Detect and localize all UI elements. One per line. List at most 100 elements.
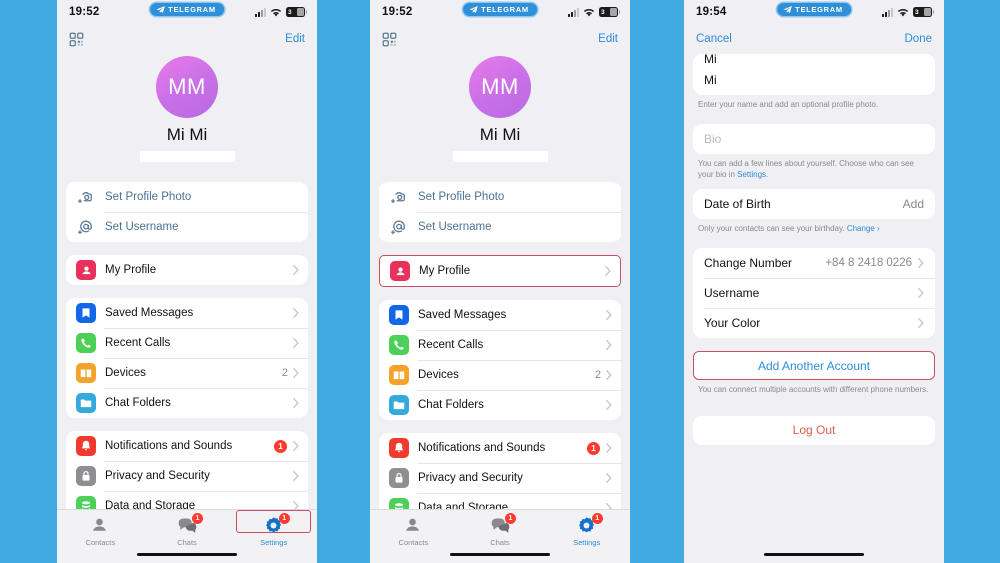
chevron-right-icon (293, 398, 299, 408)
cancel-button[interactable]: Cancel (696, 33, 732, 45)
at-plus-icon (389, 217, 409, 237)
qr-code-icon[interactable] (382, 32, 397, 47)
add-another-account-button[interactable]: Add Another Account (693, 351, 935, 381)
setup-group-2: Set Profile Photo Set Username (379, 182, 621, 242)
telegram-watermark-badge: TELEGRAM (463, 3, 537, 16)
row-label: Set Username (418, 221, 492, 233)
battery-level-text: 3 (601, 8, 605, 16)
tab-label: Contacts (398, 538, 429, 547)
main-group-2: Saved Messages Recent Calls Devices 2 Ch… (379, 300, 621, 420)
last-name-field[interactable]: Mi (693, 65, 935, 95)
row-notifications-and-sounds[interactable]: Notifications and Sounds 1 (379, 433, 621, 463)
nav-bar-3: Cancel Done (684, 24, 944, 54)
row-set-profile-photo[interactable]: Set Profile Photo (379, 182, 621, 212)
row-saved-messages[interactable]: Saved Messages (66, 298, 308, 328)
tab-chats[interactable]: 1 Chats (144, 513, 231, 547)
edit-button[interactable]: Edit (285, 33, 305, 45)
row-devices[interactable]: Devices 2 (66, 358, 308, 388)
row-my-profile[interactable]: My Profile (380, 256, 620, 286)
row-username[interactable]: Username (693, 278, 935, 308)
row-label: Saved Messages (105, 307, 194, 319)
chevron-right-icon (293, 338, 299, 348)
at-plus-icon (76, 217, 96, 237)
bell-icon (389, 438, 409, 458)
add-another-account-label: Add Another Account (757, 358, 871, 373)
name-field-group: Mi Mi (693, 54, 935, 95)
battery-icon: 3 (599, 7, 620, 17)
row-my-profile[interactable]: My Profile (66, 255, 308, 285)
tab-badge: 1 (505, 513, 516, 524)
row-your-color[interactable]: Your Color (693, 308, 935, 338)
chevron-right-icon (293, 368, 299, 378)
tab-chats[interactable]: 1 Chats (457, 513, 544, 547)
bio-hint: You can add a few lines about yourself. … (684, 154, 944, 181)
bio-field[interactable]: Bio (693, 124, 935, 154)
chevron-right-icon (605, 266, 611, 276)
row-saved-messages[interactable]: Saved Messages (379, 300, 621, 330)
nav-bar-2: Edit (370, 24, 630, 54)
folder-icon (389, 395, 409, 415)
chevron-right-icon (606, 400, 612, 410)
row-label: Notifications and Sounds (105, 440, 233, 452)
dob-hint-text: Only your contacts can see your birthday… (698, 224, 847, 234)
done-button[interactable]: Done (905, 33, 933, 45)
chats-icon: 1 (176, 513, 203, 536)
row-recent-calls[interactable]: Recent Calls (379, 330, 621, 360)
status-indicators: 3 (255, 7, 307, 17)
bio-settings-link[interactable]: Settings (737, 170, 766, 179)
avatar[interactable]: MM (156, 56, 218, 118)
camera-plus-icon (389, 187, 409, 207)
tab-contacts[interactable]: Contacts (370, 515, 457, 547)
row-privacy-and-security[interactable]: Privacy and Security (379, 463, 621, 493)
qr-code-icon[interactable] (69, 32, 84, 47)
tab-contacts[interactable]: Contacts (57, 515, 144, 547)
edit-button[interactable]: Edit (598, 33, 618, 45)
first-name-value: Mi (704, 54, 717, 65)
date-of-birth-row[interactable]: Date of Birth Add (693, 189, 935, 219)
dob-change-link[interactable]: Change › (847, 224, 880, 233)
gear-icon: 1 (263, 513, 290, 536)
telegram-watermark-text: TELEGRAM (795, 5, 843, 14)
gear-icon: 1 (576, 513, 603, 536)
row-label: My Profile (419, 265, 471, 277)
row-chat-folders[interactable]: Chat Folders (379, 390, 621, 420)
row-devices[interactable]: Devices 2 (379, 360, 621, 390)
status-indicators: 3 (882, 7, 934, 17)
telegram-watermark-badge: TELEGRAM (150, 3, 224, 16)
first-name-field-clipped[interactable]: Mi (693, 54, 935, 65)
chats-icon: 1 (489, 513, 516, 536)
add-account-hint: You can connect multiple accounts with d… (698, 385, 929, 395)
log-out-button[interactable]: Log Out (693, 415, 935, 445)
phone-icon (76, 333, 96, 353)
row-privacy-and-security[interactable]: Privacy and Security (66, 461, 308, 491)
row-label: Set Profile Photo (105, 191, 192, 203)
tab-settings[interactable]: 1 Settings (230, 510, 317, 547)
bio-field-group: Bio (693, 123, 935, 154)
row-change-number[interactable]: Change Number +84 8 2418 0226 (693, 248, 935, 278)
row-recent-calls[interactable]: Recent Calls (66, 328, 308, 358)
row-set-username[interactable]: Set Username (66, 212, 308, 242)
chevron-right-icon (606, 443, 612, 453)
row-label: Saved Messages (418, 309, 507, 321)
phone-icon (389, 335, 409, 355)
name-hint: Enter your name and add an optional prof… (698, 100, 879, 109)
telegram-watermark-badge: TELEGRAM (777, 3, 851, 16)
row-set-username[interactable]: Set Username (379, 212, 621, 242)
profile-name: Mi Mi (166, 125, 208, 144)
row-notifications-and-sounds[interactable]: Notifications and Sounds 1 (66, 431, 308, 461)
battery-level-text: 3 (288, 8, 292, 16)
row-chat-folders[interactable]: Chat Folders (66, 388, 308, 418)
date-of-birth-add-action[interactable]: Add (903, 197, 924, 211)
avatar[interactable]: MM (469, 56, 531, 118)
row-label: Devices (105, 367, 146, 379)
wifi-icon (897, 8, 909, 16)
row-label: Chat Folders (418, 399, 484, 411)
battery-icon: 3 (286, 7, 307, 17)
tab-settings[interactable]: 1 Settings (543, 513, 630, 547)
person-icon (390, 261, 410, 281)
row-set-profile-photo[interactable]: Set Profile Photo (66, 182, 308, 212)
battery-level-text: 3 (915, 8, 919, 16)
signal-icon (882, 7, 893, 17)
tab-badge: 1 (192, 513, 203, 524)
chevron-right-icon (293, 441, 299, 451)
